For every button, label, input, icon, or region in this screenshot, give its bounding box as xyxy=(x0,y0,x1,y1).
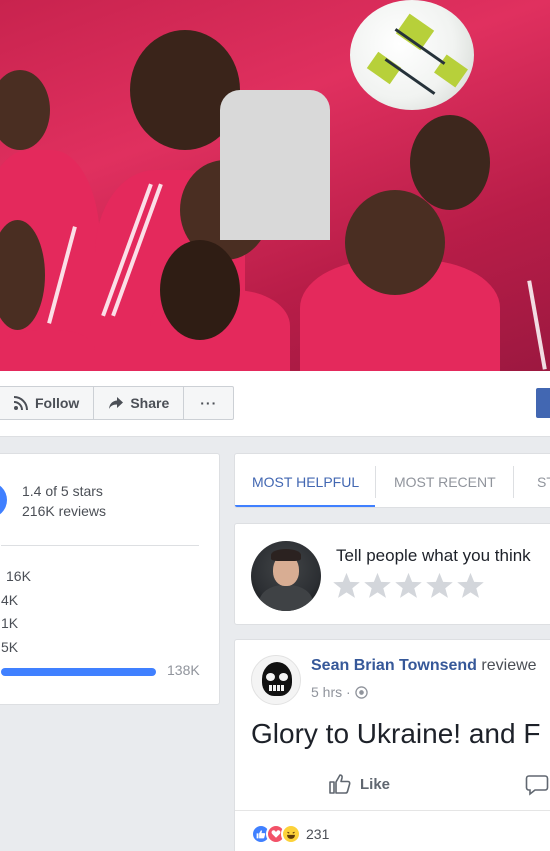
action-button-group: Follow Share ··· xyxy=(0,386,235,420)
reviewer-name-link[interactable]: Sean Brian Townsend xyxy=(311,657,477,674)
rating-summary: 1.4 of 5 stars 216K reviews xyxy=(22,481,106,521)
thumbs-up-icon xyxy=(329,774,351,794)
rating-score-badge xyxy=(0,482,7,518)
cover-figure xyxy=(220,90,330,240)
tab-star-filter[interactable]: ST xyxy=(537,474,550,490)
tab-separator xyxy=(513,466,514,498)
share-label: Share xyxy=(130,395,170,411)
share-button[interactable]: Share xyxy=(94,387,185,419)
review-verb: reviewe xyxy=(481,657,537,674)
tab-most-helpful[interactable]: MOST HELPFUL xyxy=(252,474,359,490)
review-prompt[interactable]: Tell people what you think xyxy=(336,546,531,566)
star-icon[interactable] xyxy=(363,571,392,600)
comment-icon[interactable] xyxy=(525,774,549,796)
rating-row-3: 1K xyxy=(1,615,19,631)
review-meta: 5 hrs · xyxy=(311,684,368,700)
rss-icon xyxy=(13,396,28,411)
cover-stripe xyxy=(527,280,547,370)
rating-row-4: 4K xyxy=(1,592,19,608)
reaction-count: 231 xyxy=(306,826,330,842)
like-button[interactable]: Like xyxy=(328,772,390,796)
divider xyxy=(1,545,199,546)
tab-most-recent[interactable]: MOST RECENT xyxy=(394,474,496,490)
more-options-button[interactable]: ··· xyxy=(184,387,233,419)
star-icon[interactable] xyxy=(425,571,454,600)
cover-figure xyxy=(0,330,95,371)
review-timestamp[interactable]: 5 hrs · xyxy=(311,684,351,700)
star-icon[interactable] xyxy=(394,571,423,600)
like-label: Like xyxy=(360,775,391,793)
review-post: Sean Brian Townsend reviewe 5 hrs · Glor… xyxy=(234,639,550,851)
rating-row-5: 16K xyxy=(6,568,31,584)
cover-figure xyxy=(345,190,445,295)
rating-bar-1-star xyxy=(1,668,156,676)
share-arrow-icon xyxy=(109,397,124,409)
tab-separator xyxy=(375,466,376,498)
page-action-bar: Follow Share ··· xyxy=(0,371,550,437)
reviewer-name-line: Sean Brian Townsend reviewe xyxy=(311,657,537,675)
cover-figure xyxy=(160,240,240,340)
follow-button[interactable]: Follow xyxy=(0,387,95,419)
more-icon: ··· xyxy=(200,395,218,411)
review-count: 216K reviews xyxy=(22,503,107,519)
rating-stars-text: 1.4 of 5 stars xyxy=(22,483,103,499)
rating-row-1-count: 138K xyxy=(167,662,200,678)
cover-figure xyxy=(410,115,490,210)
cover-figure xyxy=(0,70,50,150)
primary-action-button[interactable] xyxy=(536,388,550,418)
write-review-card: Tell people what you think xyxy=(234,523,550,625)
star-icon[interactable] xyxy=(332,571,361,600)
rating-summary-card: 1.4 of 5 stars 216K reviews 16K 4K 1K 5K… xyxy=(0,453,220,705)
star-icon[interactable] xyxy=(456,571,485,600)
follow-label: Follow xyxy=(35,395,80,411)
haha-reaction-icon xyxy=(281,824,301,844)
divider xyxy=(235,810,550,811)
reaction-summary[interactable]: 231 xyxy=(251,824,329,844)
review-text: Glory to Ukraine! and F xyxy=(251,718,541,749)
review-sort-tabs: MOST HELPFUL MOST RECENT ST xyxy=(234,453,550,508)
globe-icon xyxy=(354,685,368,699)
rating-row-2: 5K xyxy=(1,639,19,655)
avatar[interactable] xyxy=(251,541,321,611)
star-rating-input xyxy=(332,571,485,600)
avatar[interactable] xyxy=(251,655,301,705)
cover-photo[interactable] xyxy=(0,0,550,371)
soccer-ball xyxy=(350,0,474,110)
active-tab-indicator xyxy=(235,505,375,507)
